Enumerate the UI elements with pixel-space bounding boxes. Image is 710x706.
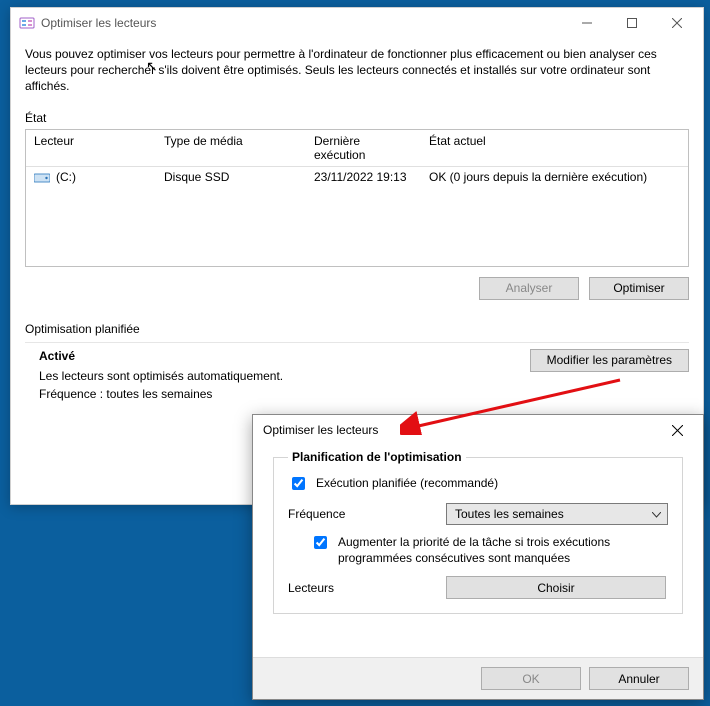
app-icon: [19, 15, 35, 31]
scheduled-optimization-label: Optimisation planifiée: [25, 322, 689, 336]
last-run: 23/11/2022 19:13: [306, 167, 421, 187]
dialog-title: Optimiser les lecteurs: [263, 423, 378, 437]
frequency-label: Fréquence: [288, 507, 446, 521]
frequency-value: Toutes les semaines: [455, 507, 564, 521]
priority-checkbox[interactable]: [314, 536, 327, 549]
col-header-drive[interactable]: Lecteur: [26, 130, 156, 166]
media-type: Disque SSD: [156, 167, 306, 187]
choose-drives-button[interactable]: Choisir: [446, 576, 666, 599]
dialog-close-button[interactable]: [657, 416, 697, 444]
ok-button[interactable]: OK: [481, 667, 581, 690]
schedule-line1: Les lecteurs sont optimisés automatiquem…: [39, 369, 283, 383]
drive-icon: [34, 171, 50, 183]
schedule-line2: Fréquence : toutes les semaines: [39, 387, 283, 401]
close-button[interactable]: [654, 8, 699, 38]
chevron-down-icon: [652, 507, 661, 521]
window-controls: [564, 8, 699, 38]
scheduled-run-label: Exécution planifiée (recommandé): [316, 476, 498, 490]
drives-grid: Lecteur Type de média Dernière exécution…: [25, 129, 689, 267]
schedule-settings-dialog: Optimiser les lecteurs Planification de …: [252, 414, 704, 700]
frequency-select[interactable]: Toutes les semaines: [446, 503, 668, 525]
drives-label: Lecteurs: [288, 581, 446, 595]
col-header-last[interactable]: Dernière exécution: [306, 130, 421, 166]
optimize-button[interactable]: Optimiser: [589, 277, 689, 300]
analyze-button[interactable]: Analyser: [479, 277, 579, 300]
drive-name: (C:): [56, 170, 76, 184]
description-text: Vous pouvez optimiser vos lecteurs pour …: [25, 46, 689, 95]
titlebar[interactable]: Optimiser les lecteurs: [11, 8, 703, 38]
schedule-status: Activé: [39, 349, 283, 363]
priority-label: Augmenter la priorité de la tâche si tro…: [338, 535, 668, 566]
dialog-titlebar[interactable]: Optimiser les lecteurs: [253, 415, 703, 445]
col-header-media[interactable]: Type de média: [156, 130, 306, 166]
table-row[interactable]: (C:) Disque SSD 23/11/2022 19:13 OK (0 j…: [26, 167, 688, 187]
current-state: OK (0 jours depuis la dernière exécution…: [421, 167, 688, 187]
minimize-button[interactable]: [564, 8, 609, 38]
window-title: Optimiser les lecteurs: [41, 16, 156, 30]
modify-settings-button[interactable]: Modifier les paramètres: [530, 349, 689, 372]
schedule-section-title: Planification de l'optimisation: [288, 450, 466, 464]
cancel-button[interactable]: Annuler: [589, 667, 689, 690]
col-header-state[interactable]: État actuel: [421, 130, 688, 166]
scheduled-run-checkbox[interactable]: [292, 477, 305, 490]
maximize-button[interactable]: [609, 8, 654, 38]
grid-header[interactable]: Lecteur Type de média Dernière exécution…: [26, 130, 688, 167]
state-section-label: État: [25, 111, 689, 125]
